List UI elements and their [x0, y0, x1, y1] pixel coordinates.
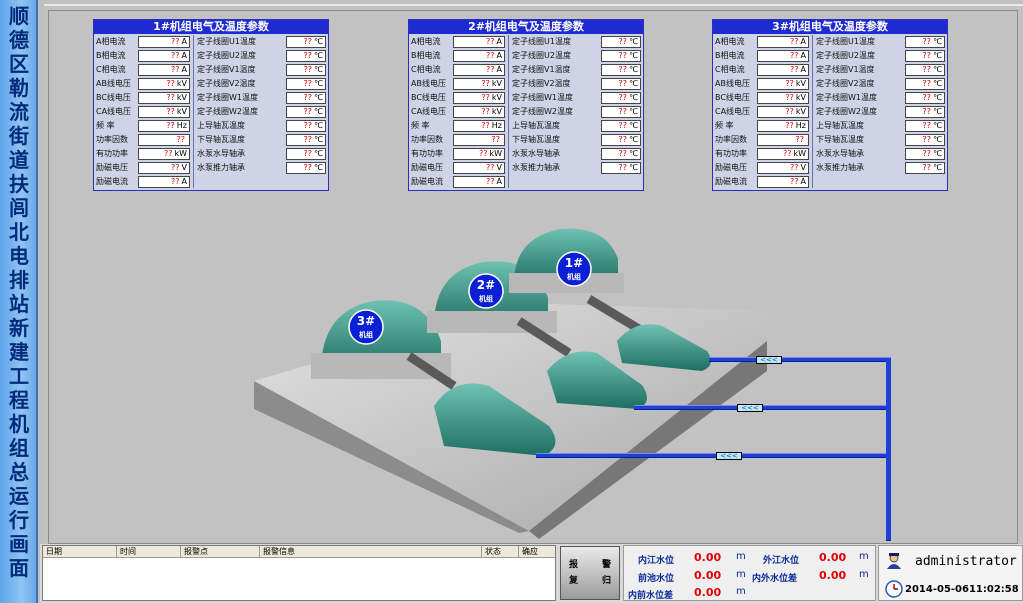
alarm-col-time[interactable]: 时间 [117, 546, 181, 557]
discharge-pipe-3 [536, 453, 889, 458]
datetime: 2014-05-0611:02:58 [905, 584, 1019, 595]
unit-label: 机组 [479, 294, 493, 303]
reset-btn-char-2: 警 [601, 560, 611, 570]
outer-river-label: 外江水位 [763, 556, 800, 566]
alarm-col-ack[interactable]: 确应 [519, 546, 555, 557]
discharge-header-pipe [886, 357, 891, 541]
forebay-unit: m [736, 569, 746, 580]
alarm-col-info[interactable]: 报警信息 [260, 546, 482, 557]
alarm-list[interactable]: 日期 时间 报警点 报警信息 状态 确应 [42, 545, 556, 601]
scada-stage: 1#机组电气及温度参数 A相电流?? A B相电流?? A C相电流?? A AB线电压??… [48, 10, 1018, 544]
inner-river-unit: m [736, 551, 746, 562]
valve-3[interactable]: <<< [716, 452, 742, 460]
user-info-panel: administrator 2014-05-0611:02:58 [878, 545, 1023, 601]
unit-label: 机组 [567, 272, 581, 281]
inner-river-label: 内江水位 [638, 556, 675, 566]
main-view: 1#机组电气及温度参数 A相电流?? A B相电流?? A C相电流?? A AB线电压??… [44, 4, 1023, 544]
status-bar: 日期 时间 报警点 报警信息 状态 确应 报 警 复 归 内江水位 0.00 m 外… [40, 544, 1023, 603]
alarm-col-status[interactable]: 状态 [482, 546, 519, 557]
unit-badge-2[interactable]: 2# 机组 [468, 273, 504, 309]
inner-forebay-diff-label: 内前水位差 [628, 591, 674, 601]
reset-btn-char-3: 复 [569, 576, 579, 586]
discharge-pipe-1 [709, 357, 889, 362]
clock-icon [885, 580, 903, 598]
outer-river-unit: m [859, 551, 869, 562]
unit-badge-1[interactable]: 1# 机组 [556, 251, 592, 287]
username: administrator [915, 554, 1017, 569]
inner-river-value: 0.00 [694, 551, 722, 564]
valve-2[interactable]: <<< [737, 404, 763, 412]
reset-btn-char-4: 归 [601, 576, 611, 586]
valve-1[interactable]: <<< [756, 356, 782, 364]
inner-forebay-diff-value: 0.00 [694, 586, 722, 599]
forebay-value: 0.00 [694, 569, 722, 582]
unit-label: 机组 [359, 330, 373, 339]
user-icon [887, 553, 901, 569]
inout-diff-value: 0.00 [819, 569, 847, 582]
alarm-col-point[interactable]: 报警点 [181, 546, 260, 557]
water-level-panel: 内江水位 0.00 m 外江水位 0.00 m 前池水位 0.00 m 内外水位… [623, 545, 876, 601]
inout-diff-label: 内外水位差 [752, 574, 798, 584]
outer-river-value: 0.00 [819, 551, 847, 564]
unit-number: 1# [565, 256, 583, 270]
inner-forebay-diff-unit: m [736, 586, 746, 597]
unit-number: 2# [477, 278, 495, 292]
alarm-header: 日期 时间 报警点 报警信息 状态 确应 [43, 546, 555, 558]
inout-diff-unit: m [859, 569, 869, 580]
alarm-reset-button[interactable]: 报 警 复 归 [560, 546, 620, 600]
pump-station-diagram: 1# 机组 2# 机组 3# 机组 [254, 228, 767, 539]
alarm-col-date[interactable]: 日期 [43, 546, 117, 557]
station-title: 顺德区勒流街道扶闾北电排站新建工程机组总运行画面 [9, 4, 29, 580]
unit-badge-3[interactable]: 3# 机组 [348, 309, 384, 345]
unit-number: 3# [357, 314, 375, 328]
sidebar: 顺德区勒流街道扶闾北电排站新建工程机组总运行画面 [0, 0, 38, 603]
forebay-label: 前池水位 [638, 574, 675, 584]
reset-btn-char-1: 报 [569, 560, 579, 570]
